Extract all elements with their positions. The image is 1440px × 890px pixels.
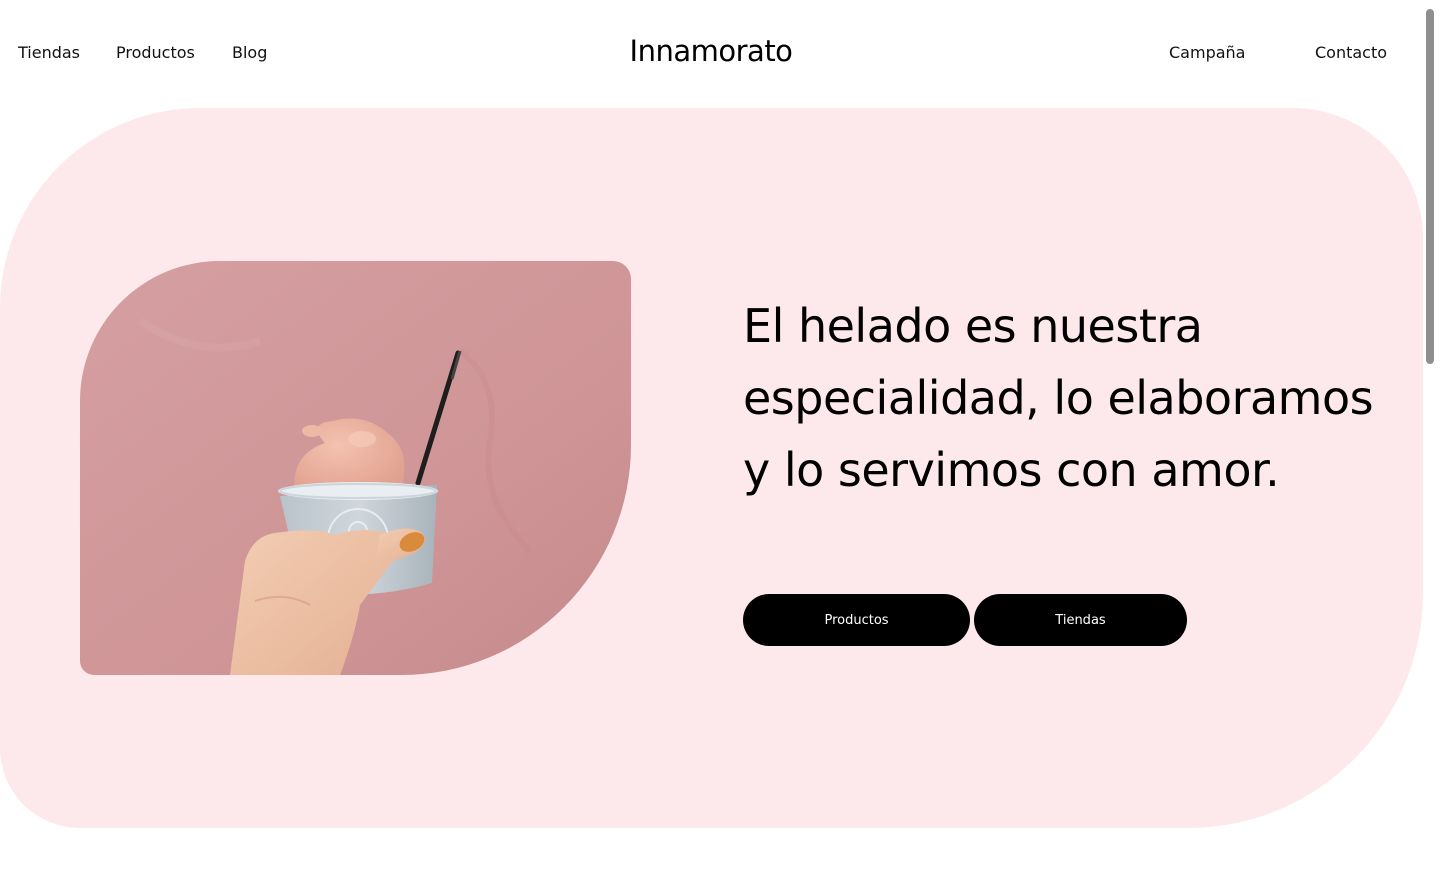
productos-button[interactable]: Productos xyxy=(743,594,970,646)
scrollbar-thumb[interactable] xyxy=(1426,9,1434,364)
tiendas-button[interactable]: Tiendas xyxy=(974,594,1187,646)
hero-headline: El helado es nuestra especialidad, lo el… xyxy=(743,299,1374,497)
nav-link-campana[interactable]: Campaña xyxy=(1169,43,1245,62)
nav-link-contacto[interactable]: Contacto xyxy=(1315,43,1387,62)
hero-image xyxy=(80,261,631,675)
ice-cream-photo xyxy=(80,261,631,675)
